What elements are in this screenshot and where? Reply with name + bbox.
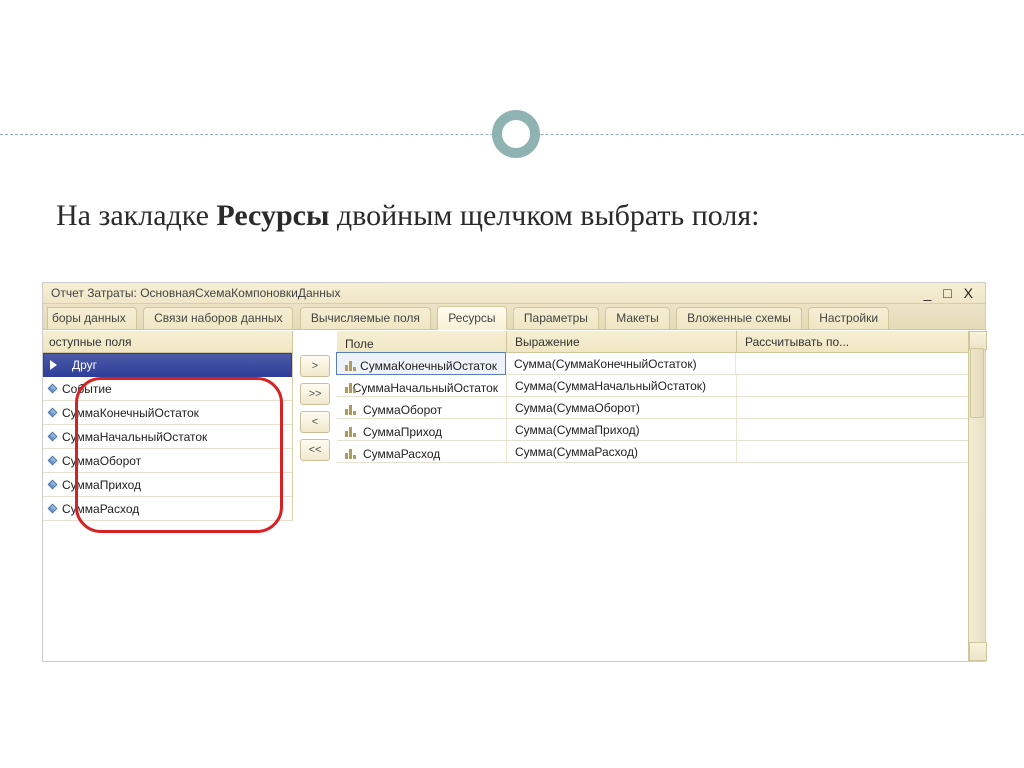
cell-calc[interactable]: [737, 441, 985, 462]
cell-field: СуммаРасход: [363, 447, 440, 461]
cell-expr[interactable]: Сумма(СуммаНачальныйОстаток): [507, 375, 737, 396]
scrollbar-thumb[interactable]: [970, 348, 984, 418]
cell-calc[interactable]: [737, 397, 985, 418]
window-controls: _ □ X: [924, 285, 977, 301]
selected-indicator-icon: [50, 358, 68, 372]
available-field-selected[interactable]: Друг: [43, 353, 292, 377]
move-all-left-button[interactable]: <<: [300, 439, 330, 461]
vertical-scrollbar[interactable]: [968, 331, 985, 661]
available-field[interactable]: СуммаРасход: [43, 497, 292, 521]
max-button[interactable]: □: [943, 285, 955, 301]
cell-calc[interactable]: [736, 353, 985, 374]
tab-calc-fields[interactable]: Вычисляемые поля: [300, 307, 431, 329]
cell-field: СуммаПриход: [363, 425, 442, 439]
min-button[interactable]: _: [924, 285, 936, 301]
available-field[interactable]: СуммаКонечныйОстаток: [43, 401, 292, 425]
cell-calc[interactable]: [737, 375, 985, 396]
field-icon: [48, 480, 58, 490]
instruction-text: На закладке Ресурсы двойным щелчком выбр…: [56, 196, 968, 237]
available-field-label: СуммаРасход: [62, 502, 139, 516]
tab-resources[interactable]: Ресурсы: [437, 306, 506, 330]
tab-strip: боры данных Связи наборов данных Вычисля…: [43, 304, 985, 330]
grid-header: Поле Выражение Рассчитывать по...: [337, 331, 985, 353]
resource-icon: [345, 361, 354, 371]
cell-expr[interactable]: Сумма(СуммаОборот): [507, 397, 737, 418]
field-icon: [48, 408, 58, 418]
grid-row[interactable]: СуммаНачальныйОстаток Сумма(СуммаНачальн…: [337, 375, 985, 397]
cell-field: СуммаКонечныйОстаток: [360, 359, 497, 373]
available-fields-header: оступные поля: [43, 331, 293, 353]
cell-expr[interactable]: Сумма(СуммаРасход): [507, 441, 737, 462]
grid-row[interactable]: СуммаКонечныйОстаток Сумма(СуммаКонечный…: [337, 353, 985, 375]
field-icon: [48, 432, 58, 442]
window-title: Отчет Затраты: ОсновнаяСхемаКомпоновкиДа…: [51, 286, 341, 300]
move-left-button[interactable]: <: [300, 411, 330, 433]
available-field-label: Событие: [62, 382, 112, 396]
resource-icon: [345, 405, 357, 415]
col-calc[interactable]: Рассчитывать по...: [737, 331, 985, 352]
window-titlebar[interactable]: Отчет Затраты: ОсновнаяСхемаКомпоновкиДа…: [43, 283, 985, 304]
available-field-label: СуммаПриход: [62, 478, 141, 492]
tab-dataset-links[interactable]: Связи наборов данных: [143, 307, 293, 329]
resource-icon: [345, 383, 347, 393]
available-fields-list[interactable]: Друг Событие СуммаКонечныйОстаток СуммаН…: [43, 353, 293, 521]
available-field-label: СуммаОборот: [62, 454, 141, 468]
field-icon: [48, 456, 58, 466]
move-all-right-button[interactable]: >>: [300, 383, 330, 405]
available-field[interactable]: СуммаНачальныйОстаток: [43, 425, 292, 449]
resources-grid: Поле Выражение Рассчитывать по... СуммаК…: [337, 331, 985, 661]
resource-icon: [345, 449, 357, 459]
grid-row[interactable]: СуммаОборот Сумма(СуммаОборот): [337, 397, 985, 419]
tab-parameters[interactable]: Параметры: [513, 307, 599, 329]
field-icon: [48, 384, 58, 394]
available-fields-panel: оступные поля Друг Событие СуммаКонечный…: [43, 331, 293, 661]
col-expr[interactable]: Выражение: [507, 331, 737, 352]
grid-row[interactable]: СуммаПриход Сумма(СуммаПриход): [337, 419, 985, 441]
slide: На закладке Ресурсы двойным щелчком выбр…: [0, 0, 1024, 768]
available-field-label: Друг: [72, 358, 97, 372]
tab-settings[interactable]: Настройки: [808, 307, 889, 329]
halo-circle: [492, 110, 540, 158]
resource-icon: [345, 427, 357, 437]
divider-ornament: [0, 134, 1024, 135]
work-area: оступные поля Друг Событие СуммаКонечный…: [43, 331, 985, 661]
col-field[interactable]: Поле: [337, 331, 507, 352]
instruction-pre: На закладке: [56, 199, 216, 232]
available-field-label: СуммаКонечныйОстаток: [62, 406, 199, 420]
field-icon: [48, 504, 58, 514]
cell-field: СуммаОборот: [363, 403, 442, 417]
tab-datasets[interactable]: боры данных: [47, 307, 137, 329]
grid-row[interactable]: СуммаРасход Сумма(СуммаРасход): [337, 441, 985, 463]
close-button[interactable]: X: [964, 285, 977, 301]
cell-expr[interactable]: Сумма(СуммаКонечныйОстаток): [506, 353, 736, 374]
move-right-button[interactable]: >: [300, 355, 330, 377]
cell-calc[interactable]: [737, 419, 985, 440]
tab-layouts[interactable]: Макеты: [605, 307, 670, 329]
cell-expr[interactable]: Сумма(СуммаПриход): [507, 419, 737, 440]
instruction-bold: Ресурсы: [216, 199, 329, 232]
available-field-label: СуммаНачальныйОстаток: [62, 430, 207, 444]
screenshot-window: Отчет Затраты: ОсновнаяСхемаКомпоновкиДа…: [42, 282, 986, 662]
available-field[interactable]: СуммаОборот: [43, 449, 292, 473]
available-field[interactable]: СуммаПриход: [43, 473, 292, 497]
tab-nested-schemas[interactable]: Вложенные схемы: [676, 307, 802, 329]
instruction-post: двойным щелчком выбрать поля:: [329, 199, 759, 232]
cell-field: СуммаНачальныйОстаток: [353, 381, 498, 395]
mover-buttons: > >> < <<: [293, 331, 337, 661]
available-field[interactable]: Событие: [43, 377, 292, 401]
